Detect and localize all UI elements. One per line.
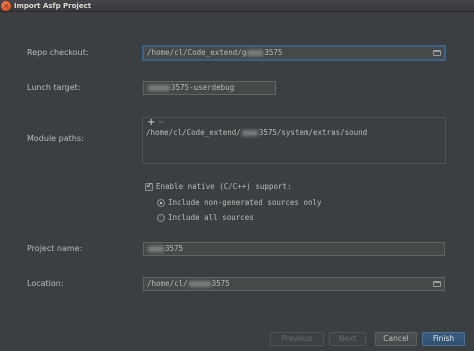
project-name-field[interactable]: 3575 <box>143 242 445 256</box>
repo-checkout-field[interactable]: /home/cl/Code_extend/g 3575 <box>143 46 445 60</box>
redacted-text <box>241 130 258 136</box>
redacted-text <box>188 281 211 287</box>
location-suffix: 3575 <box>211 279 230 288</box>
location-label: Location: <box>27 279 64 288</box>
location-prefix: /home/cl/ <box>147 279 188 288</box>
add-icon[interactable]: + <box>147 118 155 128</box>
cancel-button[interactable]: Cancel <box>375 332 417 346</box>
module-paths-label: Module paths: <box>27 134 84 143</box>
repo-checkout-label: Repo checkout: <box>27 48 89 57</box>
close-icon[interactable]: × <box>1 1 11 11</box>
all-sources-label: Include all sources <box>168 213 254 222</box>
repo-checkout-suffix: 3575 <box>264 48 283 57</box>
module-paths-list[interactable]: + − /home/cl/Code_extend/3575/system/ext… <box>142 117 446 164</box>
title-bar: × Import Asfp Project <box>0 0 474 12</box>
list-item[interactable]: /home/cl/Code_extend/3575/system/extras/… <box>146 128 367 138</box>
module-path-suffix: 3575/system/extras/sound <box>258 128 368 137</box>
non-generated-label: Include non-generated sources only <box>168 198 322 207</box>
finish-button[interactable]: Finish <box>422 332 465 346</box>
module-path-prefix: /home/cl/Code_extend/ <box>146 128 241 137</box>
enable-native-label: Enable native (C/C++) support: <box>156 182 292 191</box>
location-field[interactable]: /home/cl/3575 <box>143 277 445 291</box>
project-name-suffix: 3575 <box>165 244 184 253</box>
redacted-text <box>148 85 170 91</box>
redacted-text <box>148 246 164 252</box>
lunch-target-field[interactable]: 3575-userdebug <box>143 81 276 95</box>
all-sources-radio[interactable] <box>157 214 165 222</box>
redacted-text <box>247 50 264 56</box>
browse-folder-icon[interactable] <box>433 281 441 287</box>
lunch-target-suffix: 3575-userdebug <box>171 83 235 92</box>
previous-button[interactable]: Previous <box>270 332 324 346</box>
non-generated-radio[interactable] <box>157 199 165 207</box>
next-button[interactable]: Next <box>329 332 366 346</box>
repo-checkout-prefix: /home/cl/Code_extend/g <box>147 48 247 57</box>
browse-folder-icon[interactable] <box>433 50 441 56</box>
enable-native-checkbox[interactable] <box>145 181 153 191</box>
remove-icon[interactable]: − <box>157 118 165 128</box>
window-title: Import Asfp Project <box>14 2 92 10</box>
lunch-target-label: Lunch target: <box>27 83 81 92</box>
project-name-label: Project name: <box>27 244 83 253</box>
